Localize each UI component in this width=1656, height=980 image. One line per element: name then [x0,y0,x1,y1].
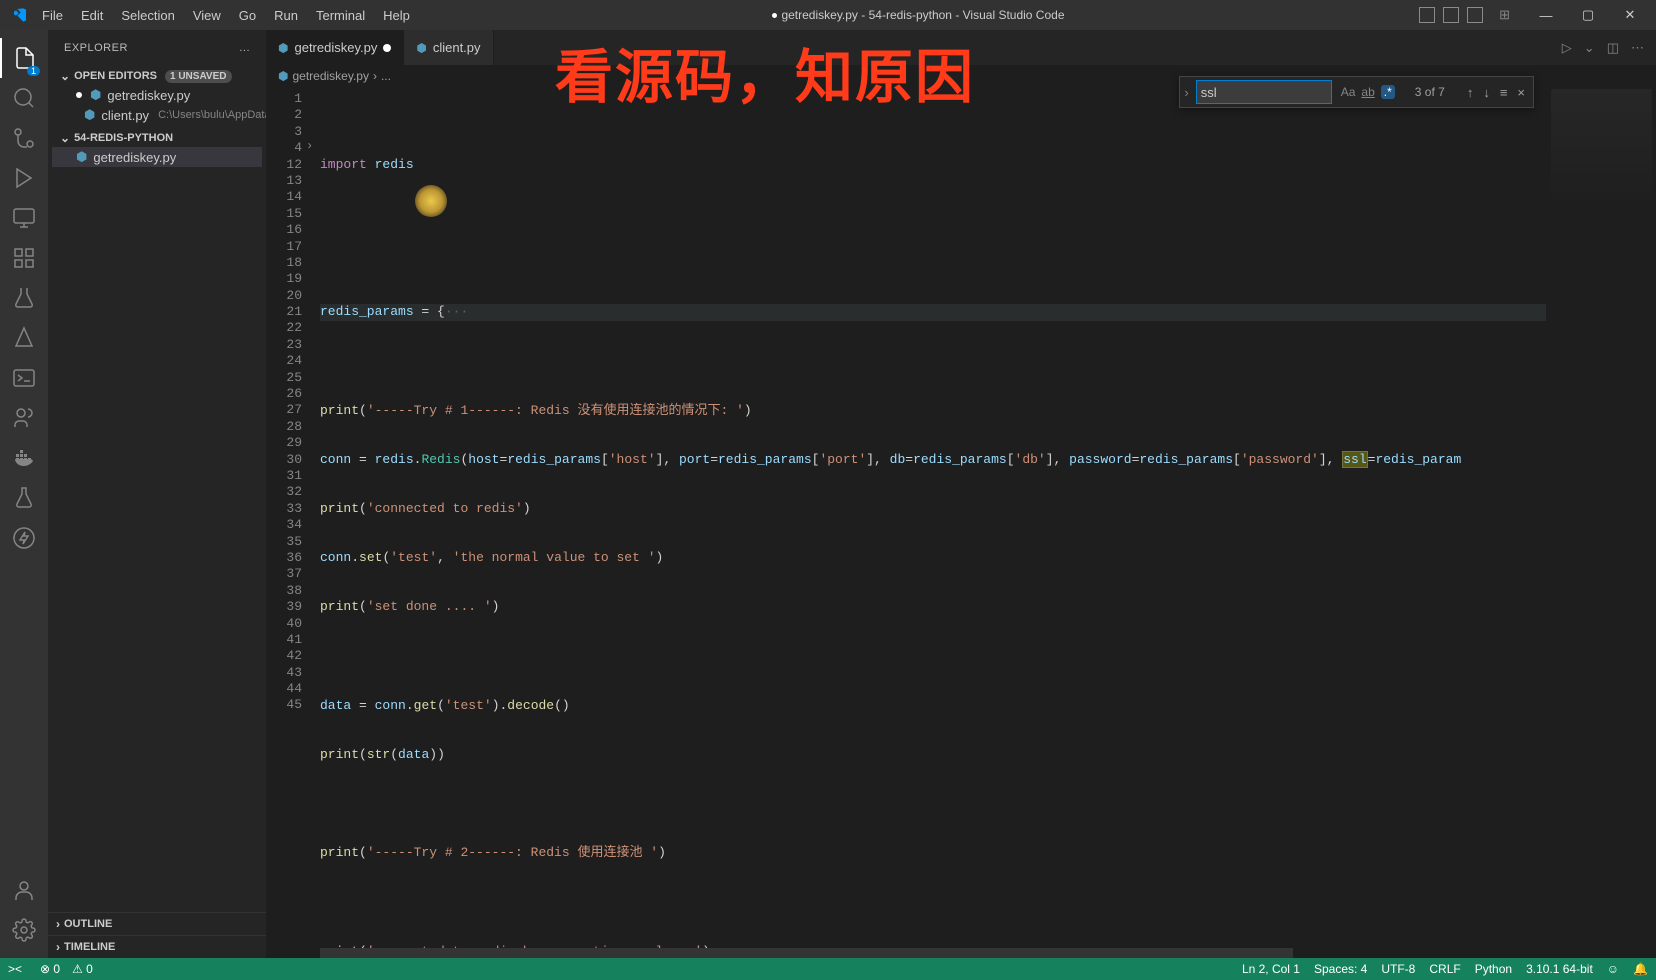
activity-azure-icon[interactable] [0,318,48,358]
timeline-section[interactable]: › TIMELINE [48,935,266,958]
regex-toggle[interactable]: .* [1381,85,1395,99]
activity-search-icon[interactable] [0,78,48,118]
layout-secondary-side-icon[interactable] [1467,7,1483,23]
code-content[interactable]: › import redis redis_params = {··· print… [320,87,1546,948]
activity-remote-icon[interactable] [0,198,48,238]
activity-testing-icon[interactable] [0,278,48,318]
activity-settings-icon[interactable] [0,910,48,950]
activity-bolt-icon[interactable] [0,518,48,558]
explorer-badge: 1 [27,66,40,76]
find-input-wrapper [1196,80,1332,104]
file-tree-item[interactable]: ⬢ getrediskey.py [52,147,262,167]
find-close-icon[interactable]: × [1517,85,1525,100]
window-minimize-button[interactable]: — [1526,0,1566,30]
title-bar: File Edit Selection View Go Run Terminal… [0,0,1656,30]
activity-extensions-icon[interactable] [0,238,48,278]
find-next-icon[interactable]: ↓ [1483,85,1490,100]
split-editor-icon[interactable]: ◫ [1607,40,1619,56]
horizontal-scrollbar[interactable] [266,948,1656,958]
find-input[interactable] [1201,85,1327,100]
layout-controls: ⊞ [1419,7,1510,23]
menu-go[interactable]: Go [231,4,264,27]
editor-body[interactable]: 1234121314151617181920212223242526272829… [266,87,1656,948]
status-encoding[interactable]: UTF-8 [1381,962,1415,976]
chevron-down-icon: ⌄ [60,131,70,145]
status-bar: >< ⊗ 0 ⚠ 0 Ln 2, Col 1 Spaces: 4 UTF-8 C… [0,958,1656,980]
menu-help[interactable]: Help [375,4,418,27]
find-count: 3 of 7 [1401,85,1459,99]
window-title: getrediskey.py - 54-redis-python - Visua… [418,8,1419,22]
status-feedback-icon[interactable]: ☺ [1607,962,1619,976]
status-remote-icon[interactable]: >< [2,962,28,976]
layout-customize-icon[interactable]: ⊞ [1499,7,1510,23]
status-language[interactable]: Python [1475,962,1512,976]
line-number-gutter: 1234121314151617181920212223242526272829… [266,87,320,948]
python-file-icon: ⬢ [90,87,101,103]
python-file-icon: ⬢ [278,41,288,55]
status-ln-col[interactable]: Ln 2, Col 1 [1242,962,1300,976]
activity-liveshare-icon[interactable] [0,398,48,438]
activity-scm-icon[interactable] [0,118,48,158]
menu-run[interactable]: Run [266,4,306,27]
sidebar-more-icon[interactable]: ... [239,42,250,54]
sidebar: EXPLORER ... ⌄ OPEN EDITORS 1 UNSAVED ⬢ … [48,30,266,958]
menu-selection[interactable]: Selection [113,4,182,27]
activity-docker-icon[interactable] [0,438,48,478]
status-spaces[interactable]: Spaces: 4 [1314,962,1367,976]
tab-more-icon[interactable]: ⋯ [1631,40,1644,56]
fold-chevron-icon[interactable]: › [306,138,313,154]
whole-word-toggle[interactable]: ab [1361,85,1374,99]
status-errors[interactable]: ⊗ 0 [40,962,60,976]
run-dropdown-icon[interactable]: ⌄ [1584,40,1595,56]
tab-client[interactable]: ⬢ client.py [404,30,493,65]
find-selection-icon[interactable]: ≡ [1500,85,1508,100]
tab-getrediskey[interactable]: ⬢ getrediskey.py [266,30,404,65]
chevron-right-icon: › [56,940,60,954]
menu-file[interactable]: File [34,4,71,27]
vscode-logo-icon [12,7,28,23]
outline-section[interactable]: › OUTLINE [48,912,266,935]
menu-terminal[interactable]: Terminal [308,4,373,27]
sidebar-title: EXPLORER [64,42,128,54]
layout-primary-side-icon[interactable] [1419,7,1435,23]
layout-panel-icon[interactable] [1443,7,1459,23]
status-interpreter[interactable]: 3.10.1 64-bit [1526,962,1593,976]
find-widget[interactable]: › Aa ab .* 3 of 7 ↑ ↓ ≡ × [1179,76,1534,108]
open-editors-section[interactable]: ⌄ OPEN EDITORS 1 UNSAVED [52,67,262,85]
scrollbar-thumb[interactable] [320,948,1293,958]
unsaved-badge: 1 UNSAVED [165,70,232,83]
status-eol[interactable]: CRLF [1429,962,1460,976]
chevron-right-icon: › [56,917,60,931]
sidebar-header: EXPLORER ... [48,30,266,65]
activity-debug-icon[interactable] [0,158,48,198]
open-editor-item[interactable]: ⬢ getrediskey.py [52,85,262,105]
python-file-icon: ⬢ [84,107,95,123]
menu-view[interactable]: View [185,4,229,27]
activity-terminal-icon[interactable] [0,358,48,398]
editor-tabs: ⬢ getrediskey.py ⬢ client.py ▷ ⌄ ◫ ⋯ [266,30,1656,65]
open-editor-item[interactable]: ⬢ client.py C:\Users\bulu\AppData... [52,105,262,125]
status-warnings[interactable]: ⚠ 0 [72,962,93,976]
activity-bar: 1 [0,30,48,958]
folder-section[interactable]: ⌄ 54-REDIS-PYTHON [52,129,262,147]
match-case-toggle[interactable]: Aa [1341,85,1356,99]
find-prev-icon[interactable]: ↑ [1467,85,1474,100]
find-expand-icon[interactable]: › [1180,85,1192,100]
run-button-icon[interactable]: ▷ [1562,40,1572,56]
python-file-icon: ⬢ [416,41,426,55]
python-file-icon: ⬢ [278,69,288,83]
chevron-down-icon: ⌄ [60,69,70,83]
modified-dot-icon [76,92,82,98]
minimap[interactable] [1546,87,1656,948]
editor-area: ⬢ getrediskey.py ⬢ client.py ▷ ⌄ ◫ ⋯ ⬢ g… [266,30,1656,958]
menu-edit[interactable]: Edit [73,4,111,27]
modified-dot-icon [383,44,391,52]
activity-account-icon[interactable] [0,870,48,910]
status-bell-icon[interactable]: 🔔 [1633,962,1648,976]
window-close-button[interactable]: ✕ [1610,0,1650,30]
window-maximize-button[interactable]: ▢ [1568,0,1608,30]
activity-explorer-icon[interactable]: 1 [0,38,48,78]
python-file-icon: ⬢ [76,149,87,165]
activity-flask-icon[interactable] [0,478,48,518]
